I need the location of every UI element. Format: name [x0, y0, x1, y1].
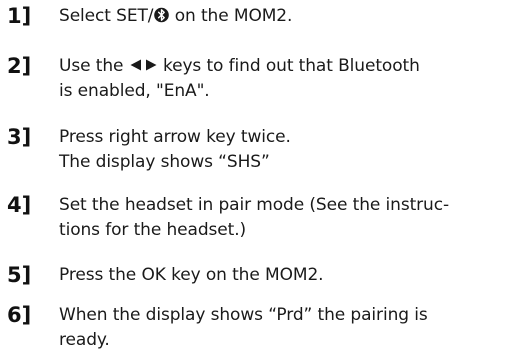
step-line: Select SET/ on the MOM2.	[59, 4, 519, 29]
step-number: 5]	[7, 263, 32, 287]
step-number: 6]	[7, 303, 32, 327]
instruction-list: 1] Select SET/ on the MOM2. 2] Use the k…	[0, 0, 523, 350]
step-text-segment: on the MOM2.	[169, 6, 293, 26]
step-text: Press the OK key on the MOM2.	[59, 263, 519, 288]
step-line: When the display shows “Prd” the pairing…	[59, 305, 428, 325]
step-text-segment: Use the	[59, 56, 129, 76]
step-line: Press the OK key on the MOM2.	[59, 265, 324, 285]
step-text: Select SET/ on the MOM2.	[59, 4, 519, 29]
step-line: ready.	[59, 330, 110, 350]
step-line: is enabled, "EnA".	[59, 81, 210, 101]
step-number: 3]	[7, 125, 32, 149]
step-number: 1]	[7, 4, 32, 28]
step-line: Press right arrow key twice.	[59, 127, 291, 147]
step-text-segment: keys to find out that Bluetooth	[157, 56, 420, 76]
step-text: Press right arrow key twice. The display…	[59, 125, 519, 175]
step-number: 4]	[7, 193, 32, 217]
right-arrow-icon	[145, 54, 158, 71]
step-text: Use the keys to find out that Bluetooth …	[59, 54, 519, 104]
step-text-segment: Select SET/	[59, 6, 154, 26]
left-arrow-icon	[129, 54, 142, 71]
step-line: Set the headset in pair mode (See the in…	[59, 195, 450, 215]
step-line: The display shows “SHS”	[59, 152, 270, 172]
step-line: tions for the headset.)	[59, 220, 247, 240]
bluetooth-icon	[154, 6, 170, 24]
step-number: 2]	[7, 54, 32, 78]
step-line: Use the keys to find out that Bluetooth	[59, 54, 519, 79]
step-text: When the display shows “Prd” the pairing…	[59, 303, 519, 353]
step-text: Set the headset in pair mode (See the in…	[59, 193, 519, 243]
